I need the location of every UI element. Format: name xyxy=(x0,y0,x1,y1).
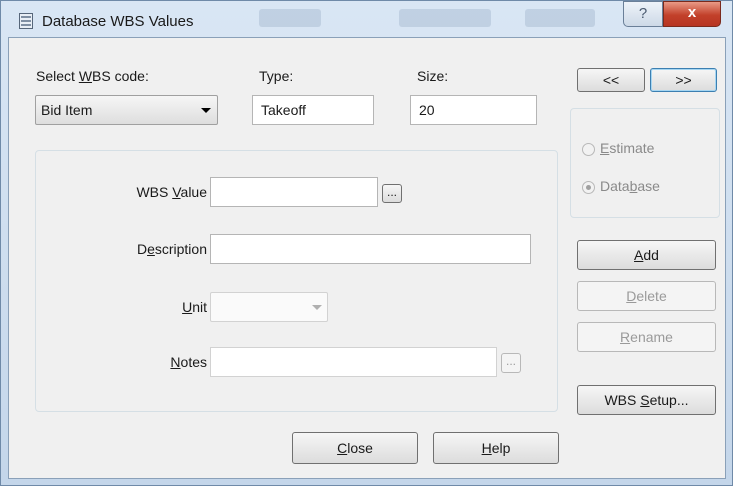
background-ghost xyxy=(525,9,595,27)
size-label: Size: xyxy=(417,68,449,84)
size-field[interactable]: 20 xyxy=(410,95,537,125)
database-radio-circle[interactable] xyxy=(582,181,595,194)
source-group xyxy=(570,108,720,218)
type-field[interactable]: Takeoff xyxy=(252,95,374,125)
type-value: Takeoff xyxy=(261,102,306,118)
description-label: Description xyxy=(136,241,207,257)
window-title: Database WBS Values xyxy=(42,13,194,30)
notes-label: Notes xyxy=(170,354,207,370)
unit-select[interactable] xyxy=(210,292,328,322)
wbs-setup-button[interactable]: WBS Setup... xyxy=(577,385,716,415)
wbs-code-label: Select WBS code: xyxy=(36,68,149,84)
background-ghost xyxy=(399,9,491,27)
rename-button[interactable]: Rename xyxy=(577,322,716,352)
close-title-button[interactable]: x xyxy=(663,1,721,27)
app-icon xyxy=(19,13,33,29)
wbs-value-browse-button[interactable]: ... xyxy=(382,184,402,203)
chevron-down-icon xyxy=(201,108,211,113)
type-label: Type: xyxy=(259,68,294,84)
chevron-down-icon xyxy=(312,305,322,310)
estimate-label: Estimate xyxy=(600,140,655,156)
dialog-client-area: Select WBS code: Bid Item Type: Takeoff … xyxy=(8,37,726,479)
close-button[interactable]: Close xyxy=(292,432,418,464)
delete-button[interactable]: Delete xyxy=(577,281,716,311)
add-button[interactable]: Add xyxy=(577,240,716,270)
dialog-window: Database WBS Values ? x Select WBS code:… xyxy=(0,0,733,486)
wbs-value-label: WBS Value xyxy=(136,184,207,200)
wbs-code-selected: Bid Item xyxy=(41,102,93,118)
title-bar[interactable]: Database WBS Values ? x xyxy=(1,1,732,35)
help-icon: ? xyxy=(638,5,648,22)
wbs-value-input[interactable] xyxy=(210,177,378,207)
estimate-radio-circle[interactable] xyxy=(582,143,595,156)
notes-browse-button[interactable]: ... xyxy=(501,353,521,373)
notes-input[interactable] xyxy=(210,347,497,377)
wbs-code-select[interactable]: Bid Item xyxy=(35,95,218,125)
help-title-button[interactable]: ? xyxy=(623,1,663,27)
background-ghost xyxy=(259,9,321,27)
unit-label: Unit xyxy=(182,299,207,315)
close-icon: x xyxy=(687,4,697,21)
help-button[interactable]: Help xyxy=(433,432,559,464)
database-label: Database xyxy=(600,178,660,194)
previous-button[interactable]: << xyxy=(577,68,645,92)
next-button[interactable]: >> xyxy=(650,68,717,92)
size-value: 20 xyxy=(419,102,435,118)
description-input[interactable] xyxy=(210,234,531,264)
